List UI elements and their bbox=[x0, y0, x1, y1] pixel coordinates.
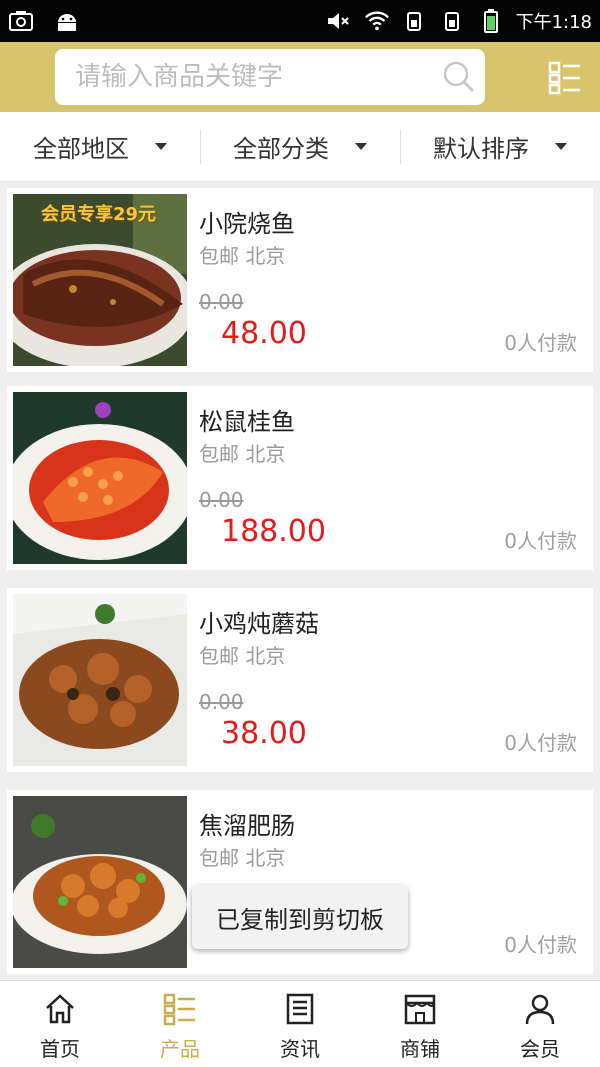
product-image-chicken-mushroom bbox=[13, 594, 187, 766]
screenshot-icon bbox=[8, 10, 34, 32]
product-name: 焦溜肥肠 bbox=[199, 812, 295, 840]
caret-down-icon bbox=[155, 143, 167, 150]
product-price: 38.00 bbox=[221, 716, 307, 751]
toast-message: 已复制到剪切板 bbox=[192, 885, 408, 949]
product-location: 包邮 北京 bbox=[199, 644, 286, 668]
home-icon bbox=[42, 991, 78, 1027]
original-price: 0.00 bbox=[199, 290, 244, 314]
product-location: 包邮 北京 bbox=[199, 846, 286, 870]
product-image-grilled-fish: 会员专享29元 bbox=[13, 194, 187, 366]
filter-sort-label: 默认排序 bbox=[433, 135, 529, 163]
shop-icon bbox=[402, 991, 438, 1027]
product-name: 松鼠桂鱼 bbox=[199, 408, 295, 436]
nav-news-label: 资讯 bbox=[280, 1037, 320, 1061]
product-card[interactable]: 会员专享29元 小院烧鱼 包邮 北京 0.00 48.00 0人付款 bbox=[7, 188, 593, 372]
filter-category[interactable]: 全部分类 bbox=[200, 112, 400, 181]
product-grid-icon bbox=[162, 991, 198, 1027]
nav-home-label: 首页 bbox=[40, 1037, 80, 1061]
nav-member[interactable]: 会员 bbox=[480, 981, 600, 1067]
paid-count: 0人付款 bbox=[504, 731, 577, 755]
filter-region[interactable]: 全部地区 bbox=[0, 112, 200, 181]
product-location: 包邮 北京 bbox=[199, 442, 286, 466]
product-name: 小院烧鱼 bbox=[199, 210, 295, 238]
paid-count: 0人付款 bbox=[504, 529, 577, 553]
sim-signal-icon bbox=[402, 10, 428, 32]
product-image-squirrel-fish bbox=[13, 392, 187, 564]
nav-news[interactable]: 资讯 bbox=[240, 981, 360, 1067]
filter-region-label: 全部地区 bbox=[33, 135, 129, 163]
search-header bbox=[0, 42, 600, 112]
status-bar: 下午1:18 bbox=[0, 0, 600, 42]
original-price: 0.00 bbox=[199, 690, 244, 714]
product-name: 小鸡炖蘑菇 bbox=[199, 610, 319, 638]
product-price: 48.00 bbox=[221, 316, 307, 351]
caret-down-icon bbox=[555, 143, 567, 150]
filter-sort[interactable]: 默认排序 bbox=[400, 112, 600, 181]
promo-label: 会员专享29元 bbox=[41, 204, 157, 225]
nav-products-label: 产品 bbox=[160, 1037, 200, 1061]
mute-icon bbox=[326, 10, 352, 32]
nav-member-label: 会员 bbox=[520, 1037, 560, 1061]
paid-count: 0人付款 bbox=[504, 933, 577, 957]
product-card[interactable]: 松鼠桂鱼 包邮 北京 0.00 188.00 0人付款 bbox=[7, 386, 593, 570]
bottom-nav: 首页 产品 资讯 商铺 会员 bbox=[0, 980, 600, 1067]
battery-icon bbox=[478, 9, 504, 33]
paid-count: 0人付款 bbox=[504, 331, 577, 355]
original-price: 0.00 bbox=[199, 488, 244, 512]
product-image-pork-intestine bbox=[13, 796, 187, 968]
news-icon bbox=[282, 991, 318, 1027]
search-input[interactable] bbox=[75, 62, 433, 92]
sim-signal-icon-2 bbox=[440, 10, 466, 32]
wifi-icon bbox=[364, 10, 390, 32]
nav-shop-label: 商铺 bbox=[400, 1037, 440, 1061]
search-icon[interactable] bbox=[433, 57, 485, 97]
filter-bar: 全部地区 全部分类 默认排序 bbox=[0, 112, 600, 182]
nav-products[interactable]: 产品 bbox=[120, 981, 240, 1067]
product-price: 188.00 bbox=[221, 514, 326, 549]
product-card[interactable]: 小鸡炖蘑菇 包邮 北京 0.00 38.00 0人付款 bbox=[7, 588, 593, 772]
nav-home[interactable]: 首页 bbox=[0, 981, 120, 1067]
product-location: 包邮 北京 bbox=[199, 244, 286, 268]
search-box[interactable] bbox=[55, 49, 485, 105]
filter-category-label: 全部分类 bbox=[233, 135, 329, 163]
status-time: 下午1:18 bbox=[515, 12, 592, 33]
caret-down-icon bbox=[355, 143, 367, 150]
member-icon bbox=[522, 991, 558, 1027]
nav-shop[interactable]: 商铺 bbox=[360, 981, 480, 1067]
android-icon bbox=[54, 10, 80, 32]
category-menu-icon[interactable] bbox=[548, 61, 582, 95]
